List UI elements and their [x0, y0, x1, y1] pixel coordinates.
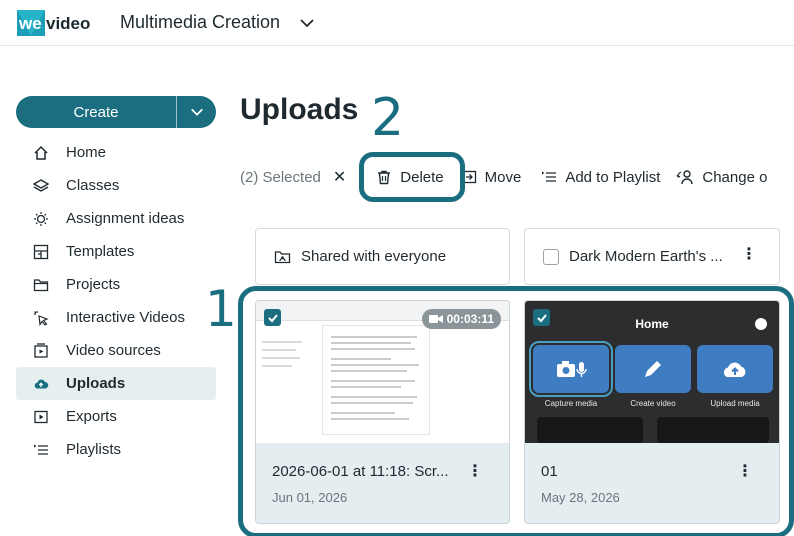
svg-text:video: video: [46, 14, 90, 33]
sidebar-item-assignment-ideas[interactable]: Assignment ideas: [16, 202, 216, 235]
create-button[interactable]: Create: [16, 96, 176, 128]
create-button-group: Create: [16, 96, 216, 128]
sidebar-nav: Home Classes Assignment ideas Templates …: [16, 136, 216, 466]
delete-highlight-ring: [359, 152, 465, 202]
create-dropdown-button[interactable]: [177, 96, 216, 128]
selected-count: (2) Selected: [240, 168, 321, 186]
templates-icon: [32, 243, 50, 261]
annotation-marker-2: 2: [371, 88, 405, 148]
sidebar-item-label: Classes: [66, 177, 120, 194]
sidebar-item-home[interactable]: Home: [16, 136, 216, 169]
folder-label: Shared with everyone: [301, 248, 447, 265]
shared-folder-icon: [274, 250, 291, 263]
sidebar-item-label: Home: [66, 144, 107, 161]
cursor-click-icon: [32, 309, 50, 327]
more-options-icon[interactable]: ⋮: [741, 247, 757, 263]
folder-icon: [32, 276, 50, 294]
sidebar-item-projects[interactable]: Projects: [16, 268, 216, 301]
sidebar-item-playlists[interactable]: Playlists: [16, 433, 216, 466]
folder-label: Dark Modern Earth's ...: [569, 248, 723, 265]
sidebar-item-label: Uploads: [66, 375, 126, 392]
sidebar-item-label: Templates: [66, 243, 135, 260]
sidebar-item-interactive-videos[interactable]: Interactive Videos: [16, 301, 216, 334]
sidebar-item-label: Video sources: [66, 342, 161, 359]
chevron-down-icon: [190, 108, 203, 116]
sidebar-item-label: Exports: [66, 408, 117, 425]
sidebar-item-templates[interactable]: Templates: [16, 235, 216, 268]
upload-cloud-icon: [32, 375, 50, 393]
play-box-icon: [32, 408, 50, 426]
user-swap-icon: [676, 170, 694, 185]
sidebar-item-uploads[interactable]: Uploads: [16, 367, 216, 400]
sidebar-item-label: Assignment ideas: [66, 210, 185, 227]
playlist-icon: [32, 441, 50, 459]
sidebar-item-video-sources[interactable]: Video sources: [16, 334, 216, 367]
selection-highlight-ring: [238, 286, 794, 536]
wevideo-logo[interactable]: we video: [15, 8, 101, 38]
annotation-marker-1: 1: [205, 280, 237, 338]
sidebar-item-label: Playlists: [66, 441, 122, 458]
home-icon: [32, 144, 50, 162]
change-label: Change o: [702, 168, 768, 186]
sidebar-item-classes[interactable]: Classes: [16, 169, 216, 202]
folder-card-dark-modern[interactable]: Dark Modern Earth's ... ⋮: [524, 228, 780, 285]
add-to-playlist-button[interactable]: Add to Playlist: [541, 169, 660, 186]
page-title: Uploads: [240, 93, 359, 126]
chevron-down-icon[interactable]: [299, 15, 315, 31]
playlist-add-icon: [542, 171, 557, 182]
lightbulb-icon: [32, 210, 50, 228]
folder-checkbox[interactable]: [543, 248, 559, 265]
change-button[interactable]: Change o: [676, 168, 767, 186]
video-source-icon: [32, 342, 50, 360]
sidebar-item-label: Projects: [66, 276, 121, 293]
move-label: Move: [484, 168, 522, 186]
move-button[interactable]: Move: [461, 168, 522, 186]
folder-card-shared[interactable]: Shared with everyone: [255, 228, 510, 285]
selection-toolbar: (2) Selected ✕ Delete Move Add to Playli…: [240, 162, 767, 192]
sidebar-item-exports[interactable]: Exports: [16, 400, 216, 433]
clear-selection-button[interactable]: ✕: [333, 167, 346, 187]
layers-icon: [32, 177, 50, 195]
top-bar: we video Multimedia Creation: [0, 0, 794, 46]
sidebar-item-label: Interactive Videos: [66, 309, 185, 326]
svg-text:we: we: [18, 14, 42, 33]
workspace-title[interactable]: Multimedia Creation: [120, 12, 280, 33]
add-to-playlist-label: Add to Playlist: [565, 168, 661, 186]
